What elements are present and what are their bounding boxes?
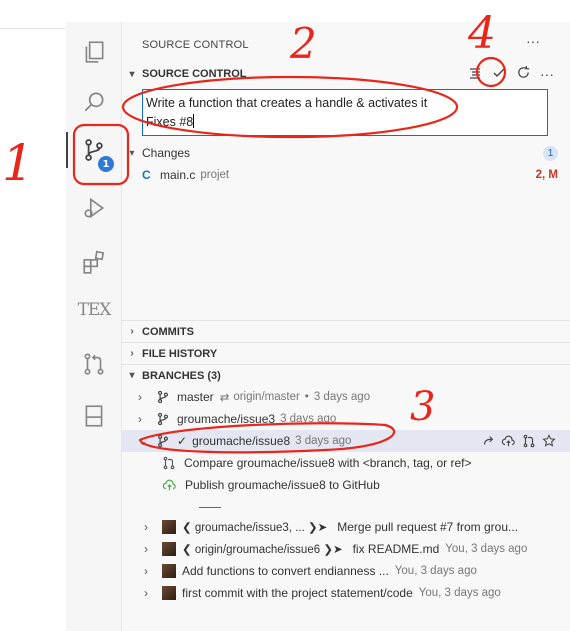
- changed-file-row[interactable]: C main.c projet 2, M: [122, 164, 570, 186]
- commit-row[interactable]: › ❮ groumache/issue3, ... ❯➤ Merge pull …: [122, 516, 570, 538]
- compare-icon[interactable]: [522, 434, 536, 448]
- commit-row[interactable]: › Add functions to convert endianness ..…: [122, 560, 570, 582]
- chevron-right-icon: ›: [144, 542, 148, 556]
- changes-label: Changes: [142, 146, 191, 160]
- cloud-upload-icon: [162, 479, 176, 491]
- chevron-down-icon: ⌄: [138, 434, 149, 448]
- section-title: COMMITS: [142, 325, 194, 338]
- commits-section-header[interactable]: › COMMITS: [122, 320, 570, 342]
- file-folder: projet: [200, 169, 230, 181]
- chevron-right-icon: ›: [144, 564, 148, 578]
- branch-time: 3 days ago: [295, 435, 352, 447]
- chevron-right-icon: ›: [138, 390, 142, 404]
- commit-message: fix README.md: [352, 542, 440, 556]
- commit-row[interactable]: › first commit with the project statemen…: [122, 582, 570, 604]
- commit-message-input[interactable]: Write a function that creates a handle &…: [142, 89, 548, 136]
- extensions-icon[interactable]: [66, 240, 122, 284]
- commit-message: Add functions to convert endianness ...: [182, 564, 389, 578]
- section-title: FILE HISTORY: [142, 347, 218, 360]
- branch-name: master: [177, 390, 214, 404]
- current-branch-check-icon: ✓: [177, 434, 188, 448]
- switch-branch-icon[interactable]: [481, 434, 495, 448]
- source-control-icon[interactable]: 1: [66, 128, 122, 172]
- search-icon[interactable]: [66, 80, 122, 124]
- compare-branch-row[interactable]: Compare groumache/issue8 with <branch, t…: [122, 452, 570, 474]
- publish-branch-row[interactable]: Publish groumache/issue8 to GitHub: [122, 474, 570, 496]
- branch-inline-actions: [481, 434, 556, 448]
- commit-message: Merge pull request #7 from grou...: [337, 520, 519, 534]
- view-title: SOURCE CONTROL: [142, 39, 249, 51]
- refresh-icon[interactable]: [516, 65, 531, 83]
- branch-name: groumache/issue8: [192, 434, 291, 448]
- section-title: SOURCE CONTROL: [142, 68, 247, 80]
- annotation-number-1: 1: [2, 134, 34, 192]
- avatar: [162, 542, 176, 556]
- scm-actions: ···: [468, 63, 554, 85]
- more-actions-icon[interactable]: ···: [540, 66, 554, 82]
- commit-message: first commit with the project statement/…: [182, 586, 413, 600]
- view-more-button[interactable]: ···: [526, 33, 540, 49]
- branch-icon: [158, 434, 168, 448]
- pull-requests-icon[interactable]: [66, 342, 122, 386]
- changes-count-badge: 1: [543, 146, 558, 161]
- file-history-section-header[interactable]: › FILE HISTORY: [122, 342, 570, 364]
- branch-time: 3 days ago: [313, 391, 371, 403]
- separator-dot: •: [304, 391, 309, 403]
- tex-icon[interactable]: TEX: [66, 288, 122, 332]
- commit-check-icon[interactable]: [491, 65, 507, 84]
- changes-badge: 1: [98, 156, 114, 172]
- branch-time: 3 days ago: [280, 413, 337, 425]
- publish-label: Publish groumache/issue8 to GitHub: [185, 478, 380, 492]
- avatar: [162, 520, 176, 534]
- sync-icon: ⇄: [219, 392, 230, 404]
- source-control-view: SOURCE CONTROL ··· ▾ SOURCE CONTROL ··· …: [122, 22, 570, 631]
- commit-meta: You, 3 days ago: [394, 565, 477, 577]
- file-status: 2, M: [535, 169, 558, 181]
- commit-refs: ❮ origin/groumache/issue6 ❯➤: [182, 544, 343, 556]
- commit-message-line-1: Write a function that creates a handle &…: [146, 96, 428, 110]
- commit-meta: You, 3 days ago: [445, 543, 528, 555]
- remote-explorer-icon[interactable]: [66, 394, 122, 438]
- avatar: [162, 586, 176, 600]
- source-control-section-header[interactable]: ▾ SOURCE CONTROL ···: [122, 63, 570, 85]
- activity-bar: 1 TEX: [66, 22, 122, 631]
- branches-section-header[interactable]: ▾ BRANCHES (3): [122, 364, 570, 386]
- chevron-down-icon: ▾: [129, 147, 135, 159]
- chevron-right-icon: ›: [130, 348, 134, 359]
- list-divider: [199, 507, 221, 508]
- avatar: [162, 564, 176, 578]
- compare-icon: [163, 456, 175, 470]
- file-name: main.c: [160, 168, 196, 182]
- branch-row[interactable]: › master ⇄ origin/master • 3 days ago: [122, 386, 570, 408]
- changes-group[interactable]: ▾ Changes 1: [122, 142, 570, 164]
- branch-row-current[interactable]: ⌄ ✓ groumache/issue8 3 days ago: [122, 430, 570, 452]
- compare-label: Compare groumache/issue8 with <branch, t…: [184, 456, 472, 470]
- branch-icon: [158, 390, 168, 404]
- branch-row[interactable]: › groumache/issue3 3 days ago: [122, 408, 570, 430]
- chevron-down-icon: ▾: [129, 370, 135, 381]
- chevron-right-icon: ›: [130, 326, 134, 337]
- commit-refs: ❮ groumache/issue3, ... ❯➤: [182, 522, 328, 534]
- explorer-icon[interactable]: [66, 30, 122, 74]
- text-cursor: [193, 114, 195, 128]
- chevron-right-icon: ›: [144, 586, 148, 600]
- upstream-name: origin/master: [233, 391, 300, 403]
- commit-row[interactable]: › ❮ origin/groumache/issue6 ❯➤ fix READM…: [122, 538, 570, 560]
- star-icon[interactable]: [542, 434, 556, 448]
- branch-icon: [158, 412, 168, 426]
- commit-meta: You, 3 days ago: [418, 587, 501, 599]
- commit-message-line-2: Fixes #8: [146, 115, 194, 129]
- publish-cloud-icon[interactable]: [501, 434, 516, 448]
- chevron-down-icon: ▾: [129, 68, 135, 80]
- branch-name: groumache/issue3: [177, 412, 276, 426]
- chevron-right-icon: ›: [144, 520, 148, 534]
- run-debug-icon[interactable]: [66, 186, 122, 230]
- chevron-right-icon: ›: [138, 412, 142, 426]
- section-title: BRANCHES (3): [142, 369, 221, 382]
- c-file-icon: C: [142, 168, 151, 182]
- view-as-tree-icon[interactable]: [468, 66, 482, 83]
